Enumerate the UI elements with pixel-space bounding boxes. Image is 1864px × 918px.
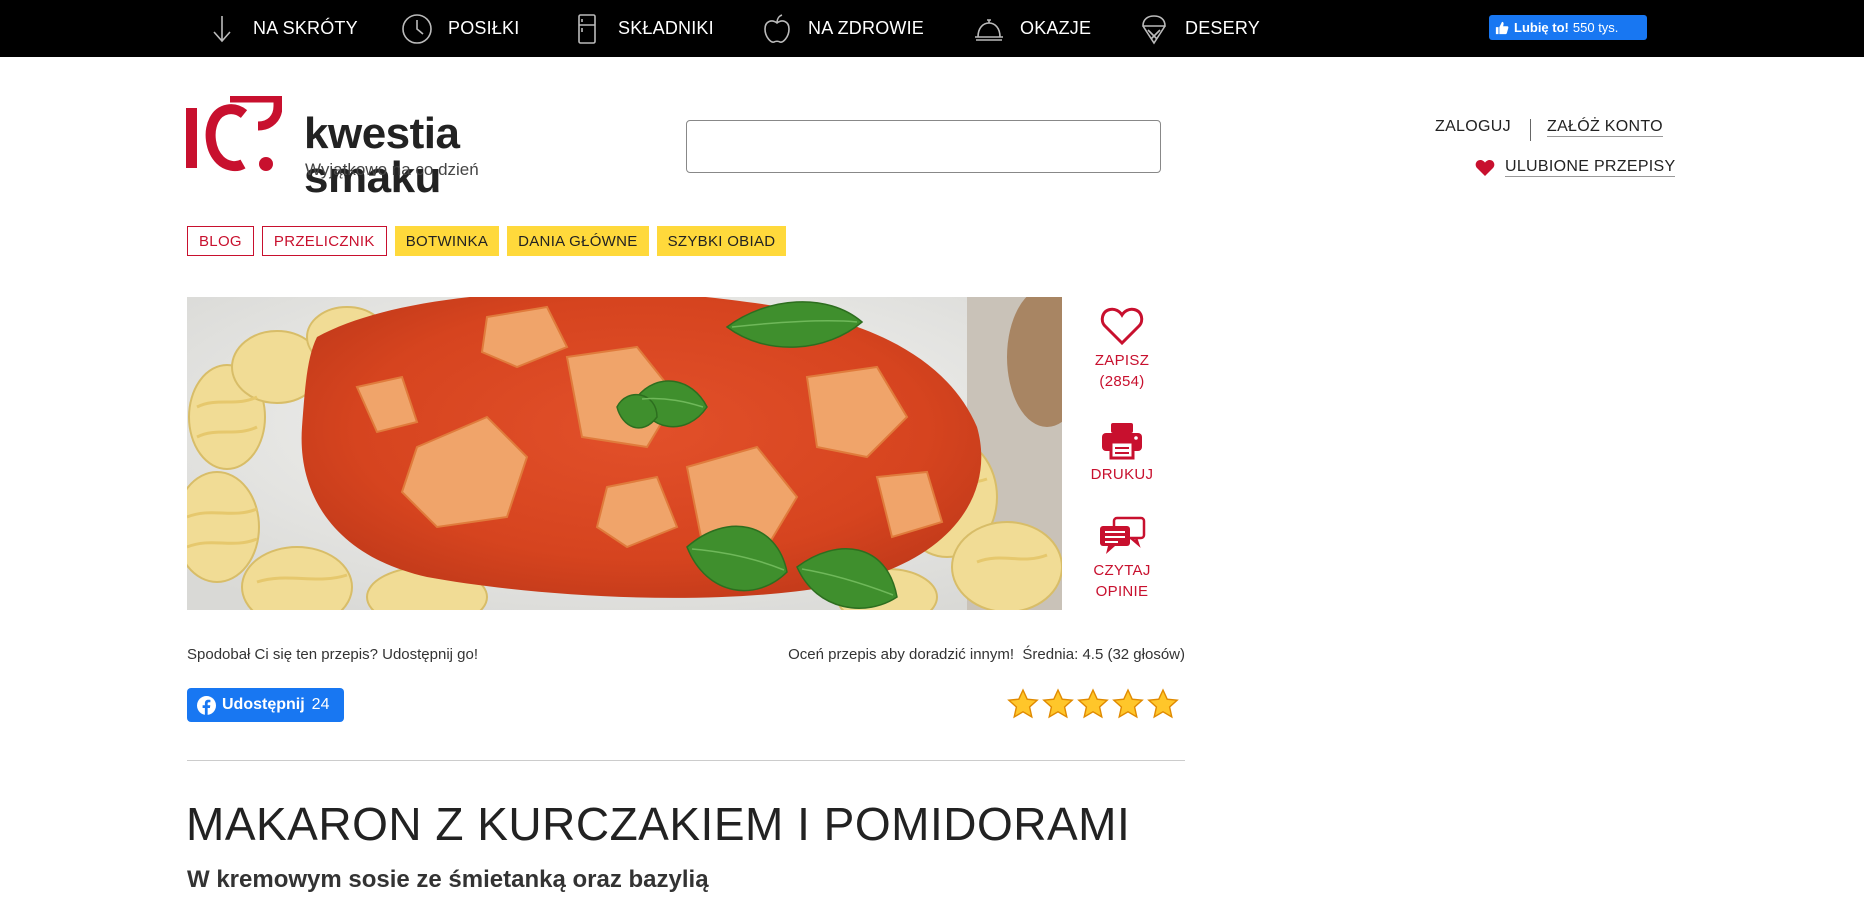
facebook-share-count: 24 <box>311 696 330 713</box>
save-label: ZAPISZ <box>1094 352 1150 369</box>
save-count: (2854) <box>1099 373 1145 390</box>
ice-cream-icon <box>1142 14 1166 44</box>
topnav-label: POSIŁKI <box>448 18 520 38</box>
reviews-label-line2: OPINIE <box>1095 583 1149 600</box>
facebook-like-count: 550 tys. <box>1572 20 1619 35</box>
print-label: DRUKUJ <box>1090 466 1154 483</box>
login-link[interactable]: ZALOGUJ <box>1435 118 1511 136</box>
rating-star-5[interactable] <box>1147 688 1179 720</box>
comments-icon <box>1100 516 1146 554</box>
fridge-icon <box>578 13 596 44</box>
favorite-recipes-link[interactable]: ULUBIONE PRZEPISY <box>1475 158 1676 177</box>
topnav-item-posilki[interactable]: POSIŁKI <box>400 0 519 57</box>
logo-title: kwestia smaku <box>304 109 460 202</box>
facebook-share-label: Udostępnij <box>222 696 305 713</box>
top-navigation-bar: NA SKRÓTY POSIŁKI SKŁADNIKI NA ZDROWIE O… <box>0 0 1864 57</box>
print-recipe-button[interactable]: DRUKUJ <box>1082 422 1162 485</box>
register-link[interactable]: ZAŁÓŻ KONTO <box>1547 118 1663 137</box>
topnav-label: OKAZJE <box>1020 18 1092 38</box>
rating-star-2[interactable] <box>1042 688 1074 720</box>
recipe-hero-image <box>187 297 1062 610</box>
printer-icon <box>1102 423 1142 460</box>
logo-subtitle: Wyjątkowo na co dzień <box>305 160 479 179</box>
rating-stars <box>1007 688 1179 720</box>
topnav-label: SKŁADNIKI <box>618 18 714 38</box>
recipe-tags: BLOG PRZELICZNIK BOTWINKA DANIA GŁÓWNE S… <box>187 226 787 256</box>
tag-botwinka[interactable]: BOTWINKA <box>394 226 500 256</box>
topnav-item-na-skroty[interactable]: NA SKRÓTY <box>205 0 358 57</box>
topnav-item-okazje[interactable]: OKAZJE <box>972 0 1091 57</box>
topnav-item-na-zdrowie[interactable]: NA ZDROWIE <box>760 0 924 57</box>
facebook-like-label: Lubię to! <box>1514 20 1569 35</box>
arrow-down-icon <box>213 15 231 42</box>
topnav-label: DESERY <box>1185 18 1260 38</box>
clock-icon <box>402 13 432 44</box>
cloche-icon <box>975 18 1003 41</box>
rating-star-1[interactable] <box>1007 688 1039 720</box>
topnav-item-desery[interactable]: DESERY <box>1137 0 1260 57</box>
apple-icon <box>764 13 790 43</box>
facebook-icon <box>197 695 216 715</box>
topnav-item-skladniki[interactable]: SKŁADNIKI <box>570 0 714 57</box>
rating-call-to-action: Oceń przepis aby doradzić innym! <box>788 646 1015 663</box>
share-prompt-text: Spodobał Ci się ten przepis? Udostępnij … <box>187 646 479 663</box>
pasta-dish-photo <box>187 297 1062 610</box>
tag-szybki-obiad[interactable]: SZYBKI OBIAD <box>656 226 787 256</box>
rating-star-4[interactable] <box>1112 688 1144 720</box>
facebook-share-button[interactable]: Udostępnij 24 <box>187 688 344 722</box>
heart-icon <box>1475 159 1495 176</box>
site-logo[interactable]: kwestia smaku Wyjątkowo na co dzień <box>186 94 606 200</box>
save-recipe-button[interactable]: ZAPISZ (2854) <box>1082 306 1162 392</box>
topnav-label: NA SKRÓTY <box>253 18 358 38</box>
facebook-like-button[interactable]: Lubię to! 550 tys. <box>1489 15 1647 40</box>
favorite-recipes-label: ULUBIONE PRZEPISY <box>1505 158 1676 177</box>
account-links-divider <box>1530 119 1531 141</box>
recipe-subtitle: W kremowym sosie ze śmietanką oraz bazyl… <box>187 866 709 893</box>
reviews-label-line1: CZYTAJ <box>1093 562 1151 579</box>
tag-przelicznik[interactable]: PRZELICZNIK <box>261 226 387 256</box>
section-divider <box>187 760 1185 761</box>
tag-blog[interactable]: BLOG <box>187 226 254 256</box>
recipe-title: MAKARON Z KURCZAKIEM I POMIDORAMI <box>186 798 1131 850</box>
heart-outline-icon <box>1100 307 1144 346</box>
read-reviews-button[interactable]: CZYTAJ OPINIE <box>1082 516 1162 602</box>
rating-average: Średnia: 4.5 (32 głosów) <box>1022 646 1185 663</box>
tag-dania-glowne[interactable]: DANIA GŁÓWNE <box>507 226 649 256</box>
rating-star-3[interactable] <box>1077 688 1109 720</box>
topnav-label: NA ZDROWIE <box>808 18 925 38</box>
search-input[interactable] <box>686 120 1161 173</box>
thumbs-up-icon <box>1495 21 1509 34</box>
kwestia-smaku-logo-mark <box>186 96 282 172</box>
rating-prompt: Oceń przepis aby doradzić innym! Średnia… <box>788 646 1185 663</box>
